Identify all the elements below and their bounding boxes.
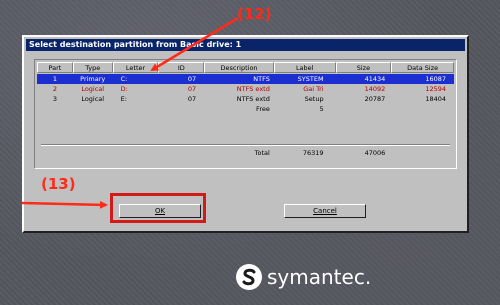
step-12-label: (12) — [237, 5, 272, 23]
symantec-logo-text: symantec. — [267, 265, 372, 289]
arrow-to-partition — [150, 16, 239, 72]
symantec-logo-icon — [236, 264, 262, 290]
symantec-logo: symantec. — [235, 262, 371, 292]
annotation-arrows — [21, 16, 239, 209]
arrow-to-ok — [21, 200, 108, 209]
step-13-label: (13) — [41, 175, 76, 193]
